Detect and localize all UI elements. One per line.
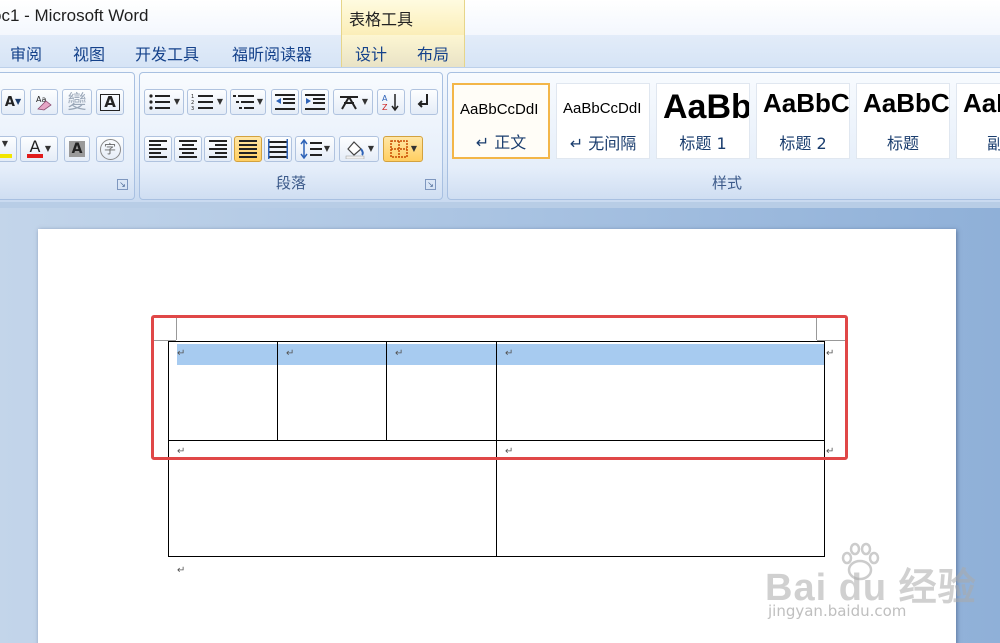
bullets-icon <box>149 94 170 110</box>
svg-text:Z: Z <box>382 103 388 112</box>
style-name: 标题 2 <box>779 134 827 153</box>
paragraph-mark-icon <box>417 94 428 108</box>
numbering-icon: 1 2 3 <box>191 94 213 111</box>
borders-icon <box>390 140 408 158</box>
enclose-characters-button[interactable]: 字 <box>96 136 124 162</box>
cell-mark[interactable]: ↵ <box>505 348 513 359</box>
align-center-button[interactable] <box>174 136 202 162</box>
styles-group: AaBbCcDdI ↵ 正文 AaBbCcDdI ↵ 无间隔 AaBb 标题 1 AaBbC… <box>447 72 1000 200</box>
cell-mark[interactable]: ↵ <box>505 446 513 457</box>
increase-indent-icon <box>305 94 325 110</box>
cell-mark[interactable]: ↵ <box>286 348 294 359</box>
font-dialog-launcher-icon[interactable]: ↘ <box>117 179 128 190</box>
sort-button[interactable]: A Z <box>377 89 405 115</box>
table-tools-context-header: 表格工具 <box>341 0 465 35</box>
font-group: A ▼ Aa 變 A ▼ A ▼ A 字 ↘ <box>0 72 135 200</box>
align-right-button[interactable] <box>204 136 232 162</box>
eraser-icon: Aa <box>36 95 52 111</box>
style-name: 标题 <box>886 134 919 153</box>
chinese-layout-icon <box>339 96 358 110</box>
font-color-icon: A <box>29 137 41 156</box>
phonetic-guide-button[interactable]: 變 <box>62 89 92 115</box>
tab-layout[interactable]: 布局 <box>417 41 449 65</box>
multilevel-list-button[interactable]: ▼ <box>230 89 266 115</box>
watermark-url: jingyan.baidu.com <box>768 602 907 620</box>
distributed-icon <box>268 139 288 159</box>
tab-developer[interactable]: 开发工具 <box>135 41 199 65</box>
baidu-watermark: Bai du 经验 jingyan.baidu.com <box>760 540 1000 640</box>
line-spacing-button[interactable]: ▼ <box>295 136 335 162</box>
style-sample: AaBbC <box>863 88 950 118</box>
style-sample: AaBbCcDdI <box>563 100 642 117</box>
tab-foxit-reader[interactable]: 福昕阅读器 <box>232 41 312 65</box>
cell-mark[interactable]: ↵ <box>395 348 403 359</box>
multilevel-list-icon <box>232 95 254 109</box>
paragraph-mark[interactable]: ↵ <box>177 565 185 576</box>
chinese-layout-button[interactable]: ▼ <box>333 89 373 115</box>
style-sample: AaB <box>963 88 1000 118</box>
align-right-icon <box>209 140 227 158</box>
paragraph-group-label: 段落 <box>275 174 306 192</box>
styles-group-label: 样式 <box>711 174 742 192</box>
paint-bucket-icon <box>345 141 365 159</box>
bullets-button[interactable]: ▼ <box>144 89 184 115</box>
style-card[interactable]: AaBbCcDdI ↵ 正文 <box>452 83 550 159</box>
style-name: 副标 <box>957 130 1000 154</box>
character-border-button[interactable]: A <box>96 89 124 115</box>
style-card[interactable]: AaB 副标 <box>956 83 1000 159</box>
style-card[interactable]: AaBbC 标题 <box>856 83 950 159</box>
clear-formatting-button[interactable]: Aa <box>30 89 58 115</box>
decrease-indent-icon <box>275 94 295 110</box>
paragraph-dialog-launcher-icon[interactable]: ↘ <box>425 179 436 190</box>
distributed-button[interactable] <box>264 136 292 162</box>
character-shading-button[interactable]: A <box>64 136 90 162</box>
tab-design[interactable]: 设计 <box>355 41 387 65</box>
numbering-button[interactable]: 1 2 3 ▼ <box>187 89 227 115</box>
increase-indent-button[interactable] <box>301 89 329 115</box>
style-card[interactable]: AaBbCcDdI ↵ 无间隔 <box>556 83 650 159</box>
cell-mark[interactable]: ↵ <box>177 348 185 359</box>
tab-view[interactable]: 视图 <box>73 41 105 65</box>
font-color-button[interactable]: A ▼ <box>20 136 58 162</box>
tab-review[interactable]: 审阅 <box>10 41 42 65</box>
ribbon-bottom-edge <box>0 202 1000 208</box>
svg-text:3: 3 <box>191 106 194 111</box>
show-hide-marks-button[interactable] <box>410 89 438 115</box>
justify-icon <box>239 140 257 158</box>
shrink-font-button[interactable]: A ▼ <box>1 89 25 115</box>
paragraph-group: ▼ 1 2 3 ▼ ▼ ▼ A Z ▼ ▼ ▼ 段落 ↘ <box>139 72 443 200</box>
row-end-mark: ↵ <box>826 446 835 457</box>
style-name: ↵ 正文 <box>475 133 527 152</box>
align-left-icon <box>149 140 167 158</box>
sort-icon: A Z <box>382 94 399 112</box>
cell-mark[interactable]: ↵ <box>177 446 185 457</box>
title-bar: oc1 - Microsoft Word 表格工具 <box>0 0 1000 35</box>
text-highlight-button[interactable]: ▼ <box>0 136 17 162</box>
justify-button[interactable] <box>234 136 262 162</box>
line-spacing-icon <box>300 139 322 159</box>
phonetic-guide-icon: 變 <box>67 90 87 113</box>
table-tools-label: 表格工具 <box>349 10 414 29</box>
character-border-icon: A <box>100 93 120 111</box>
shading-button[interactable]: ▼ <box>339 136 379 162</box>
style-sample: AaBbC <box>763 88 850 118</box>
enclose-characters-icon: 字 <box>99 138 121 160</box>
decrease-indent-button[interactable] <box>271 89 299 115</box>
align-left-button[interactable] <box>144 136 172 162</box>
style-card[interactable]: AaBb 标题 1 <box>656 83 750 159</box>
borders-button[interactable]: ▼ <box>383 136 423 162</box>
align-center-icon <box>179 140 197 158</box>
svg-text:A: A <box>382 94 388 103</box>
style-name: 标题 1 <box>679 134 727 153</box>
style-card[interactable]: AaBbC 标题 2 <box>756 83 850 159</box>
style-name: ↵ 无间隔 <box>569 134 637 153</box>
style-sample: AaBbCcDdI <box>460 101 539 118</box>
row-end-mark: ↵ <box>826 348 835 359</box>
character-shading-icon: A <box>68 141 86 157</box>
ribbon-tab-row: 审阅 视图 开发工具 福昕阅读器 设计 布局 <box>0 35 1000 67</box>
window-title: oc1 - Microsoft Word <box>0 6 149 25</box>
style-sample: AaBb <box>663 88 750 126</box>
ribbon: A ▼ Aa 變 A ▼ A ▼ A 字 ↘ ▼ 1 2 3 ▼ ▼ ▼ A Z… <box>0 67 1000 202</box>
